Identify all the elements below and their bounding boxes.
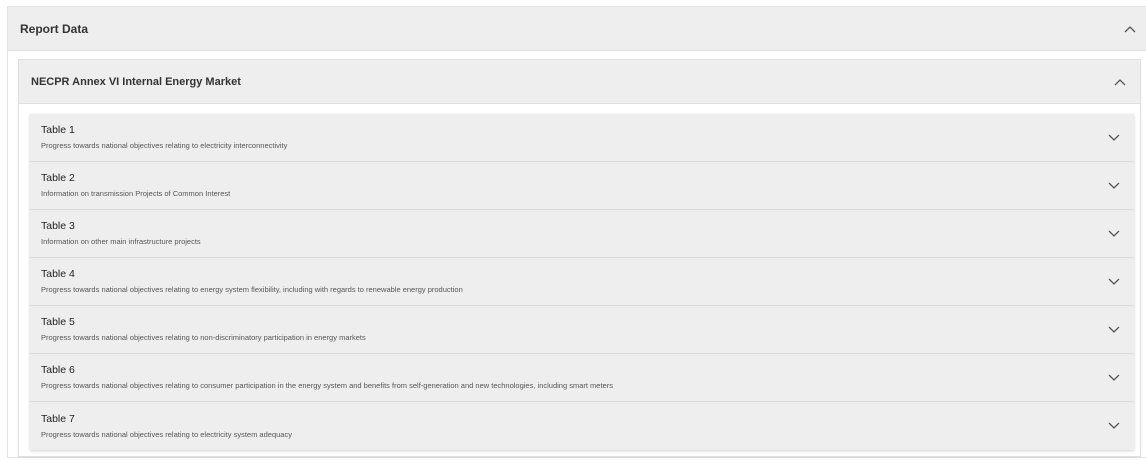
table-row-2[interactable]: Table 2 Information on transmission Proj… [30,162,1134,210]
chevron-down-icon[interactable] [1106,274,1122,290]
table-title: Table 5 [41,316,75,328]
report-data-header[interactable]: Report Data [8,7,1146,51]
chevron-down-icon[interactable] [1106,322,1122,338]
chevron-down-icon[interactable] [1106,418,1122,434]
chevron-down-icon[interactable] [1106,130,1122,146]
table-title: Table 1 [41,124,75,136]
table-row-7[interactable]: Table 7 Progress towards national object… [30,402,1134,450]
table-title: Table 4 [41,268,75,280]
table-description: Information on other main infrastructure… [41,237,201,246]
table-row-1[interactable]: Table 1 Progress towards national object… [30,114,1134,162]
table-title: Table 2 [41,172,75,184]
table-title: Table 6 [41,364,75,376]
table-description: Progress towards national objectives rel… [41,429,292,439]
report-data-title: Report Data [20,21,89,36]
table-description: Progress towards national objectives rel… [41,333,366,342]
chevron-up-icon[interactable] [1112,74,1128,90]
table-title: Table 7 [41,412,75,425]
necpr-annex-header[interactable]: NECPR Annex VI Internal Energy Market [19,60,1140,104]
table-title: Table 3 [41,220,75,232]
chevron-down-icon[interactable] [1106,226,1122,242]
report-data-panel: Report Data NECPR Annex VI Internal Ener… [7,6,1146,458]
table-row-5[interactable]: Table 5 Progress towards national object… [30,306,1134,354]
necpr-annex-title: NECPR Annex VI Internal Energy Market [31,75,241,88]
chevron-up-icon[interactable] [1122,21,1138,37]
table-description: Progress towards national objectives rel… [41,285,463,294]
necpr-annex-panel: NECPR Annex VI Internal Energy Market Ta… [18,59,1141,457]
table-description: Progress towards national objectives rel… [41,381,613,390]
table-row-4[interactable]: Table 4 Progress towards national object… [30,258,1134,306]
table-description: Progress towards national objectives rel… [41,141,288,150]
table-row-6[interactable]: Table 6 Progress towards national object… [30,354,1134,402]
tables-list: Table 1 Progress towards national object… [30,114,1134,450]
chevron-down-icon[interactable] [1106,370,1122,386]
table-row-3[interactable]: Table 3 Information on other main infras… [30,210,1134,258]
table-description: Information on transmission Projects of … [41,189,231,198]
chevron-down-icon[interactable] [1106,178,1122,194]
